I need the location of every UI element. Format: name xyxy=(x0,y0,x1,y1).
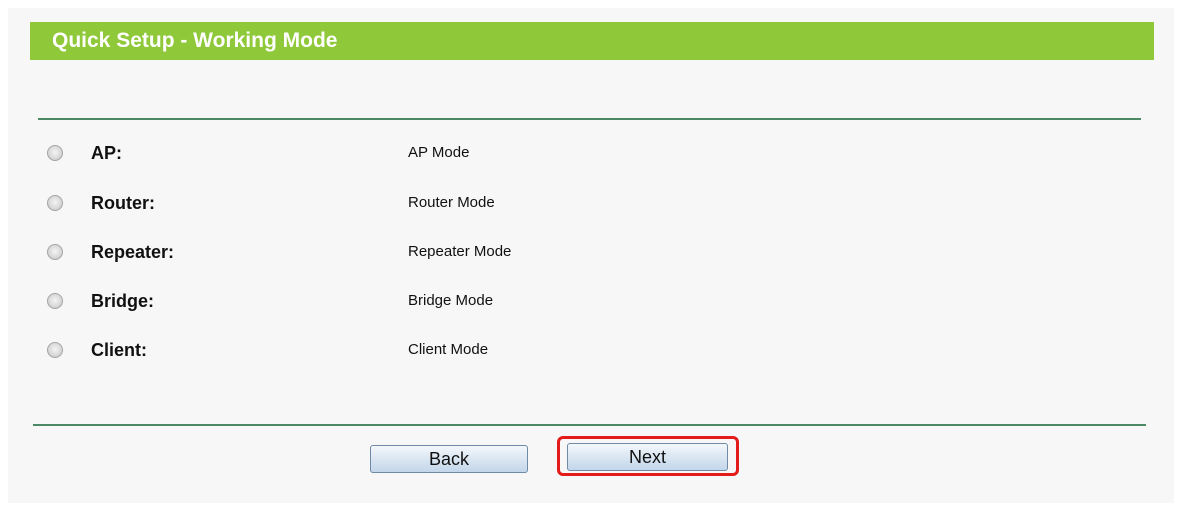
back-button[interactable]: Back xyxy=(370,445,528,473)
mode-option-client[interactable]: Client: Client Mode xyxy=(0,331,1182,371)
mode-option-router[interactable]: Router: Router Mode xyxy=(0,184,1182,224)
mode-description-bridge: Bridge Mode xyxy=(408,292,494,309)
mode-description-client: Client Mode xyxy=(408,341,489,358)
radio-client[interactable] xyxy=(47,342,63,358)
mode-label-client: Client: xyxy=(91,340,147,360)
mode-description-router: Router Mode xyxy=(408,194,495,211)
mode-option-repeater[interactable]: Repeater: Repeater Mode xyxy=(0,233,1182,273)
radio-ap[interactable] xyxy=(47,145,63,161)
radio-router[interactable] xyxy=(47,195,63,211)
mode-option-ap[interactable]: AP: AP Mode xyxy=(0,134,1182,174)
radio-repeater[interactable] xyxy=(47,244,63,260)
mode-label-router: Router: xyxy=(91,193,155,213)
page-header: Quick Setup - Working Mode xyxy=(30,22,1154,60)
mode-label-ap: AP: xyxy=(91,143,122,163)
radio-bridge[interactable] xyxy=(47,293,63,309)
divider-bottom xyxy=(33,424,1146,426)
mode-description-ap: AP Mode xyxy=(408,144,470,161)
mode-description-repeater: Repeater Mode xyxy=(408,243,512,260)
mode-label-repeater: Repeater: xyxy=(91,242,175,262)
mode-option-bridge[interactable]: Bridge: Bridge Mode xyxy=(0,282,1182,322)
mode-label-bridge: Bridge: xyxy=(91,291,154,311)
divider-top xyxy=(38,118,1141,120)
page-title: Quick Setup - Working Mode xyxy=(52,29,338,52)
next-button-highlight xyxy=(557,436,739,476)
